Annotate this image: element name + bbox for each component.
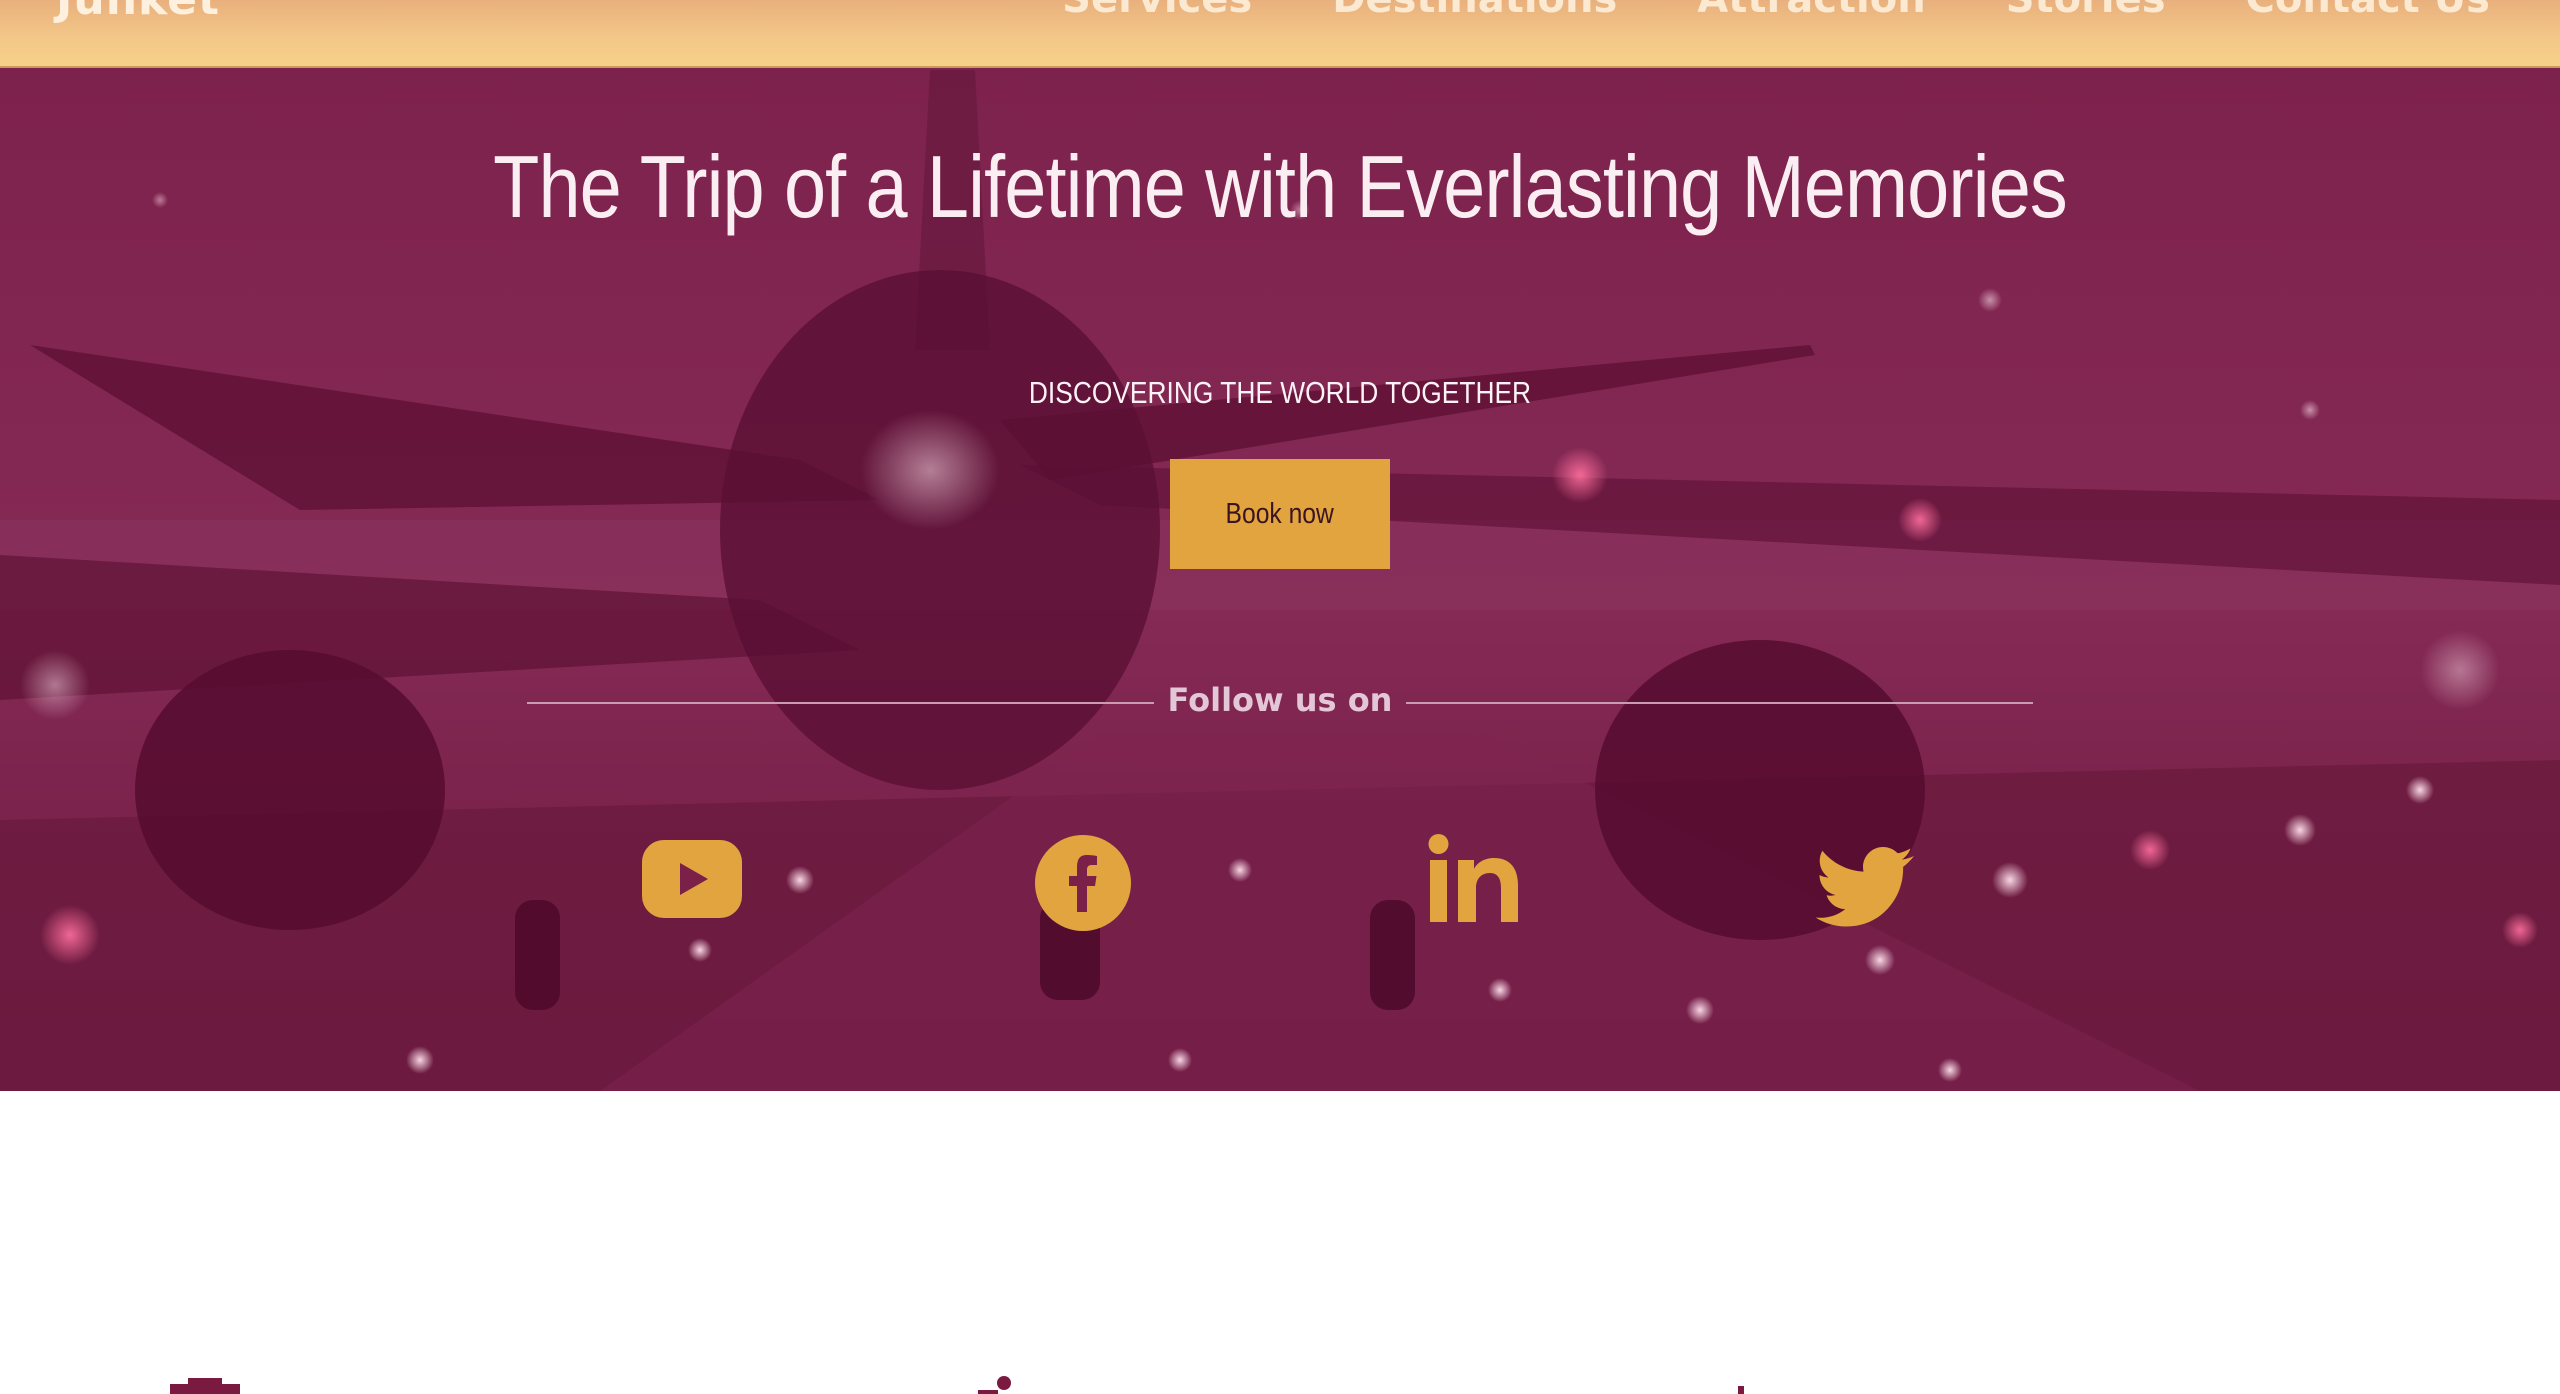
navbar: Junket Services Destinations Attraction …: [0, 0, 2560, 68]
hero-title: The Trip of a Lifetime with Everlasting …: [493, 137, 2068, 236]
linkedin-icon[interactable]: [1414, 828, 1534, 938]
book-now-label: Book now: [1225, 497, 1335, 530]
book-now-button[interactable]: Book now: [1170, 459, 1390, 569]
follow-divider-left: [527, 702, 1154, 704]
facebook-icon[interactable]: [1023, 828, 1143, 938]
youtube-icon[interactable]: [632, 828, 752, 938]
nav-link-attraction[interactable]: Attraction: [1697, 0, 1925, 22]
feature-icon: [1738, 1386, 1744, 1394]
nav-link-stories[interactable]: Stories: [2006, 0, 2166, 22]
nav-link-contact-us[interactable]: Contact Us: [2246, 0, 2490, 22]
follow-divider-right: [1406, 702, 2033, 704]
nav-link-destinations[interactable]: Destinations: [1332, 0, 1617, 22]
nav-link-services[interactable]: Services: [1062, 0, 1252, 22]
location-icon: [978, 1376, 1011, 1394]
brand-logo[interactable]: Junket: [56, 0, 220, 25]
suitcase-icon: [170, 1378, 240, 1394]
nav-links: Services Destinations Attraction Stories…: [1062, 0, 2490, 22]
twitter-icon[interactable]: [1808, 828, 1928, 938]
hero-subtitle: DISCOVERING THE WORLD TOGETHER: [1028, 375, 1532, 410]
hero-section: Junket Services Destinations Attraction …: [0, 0, 2560, 1091]
follow-us-label: Follow us on: [1167, 681, 1393, 719]
